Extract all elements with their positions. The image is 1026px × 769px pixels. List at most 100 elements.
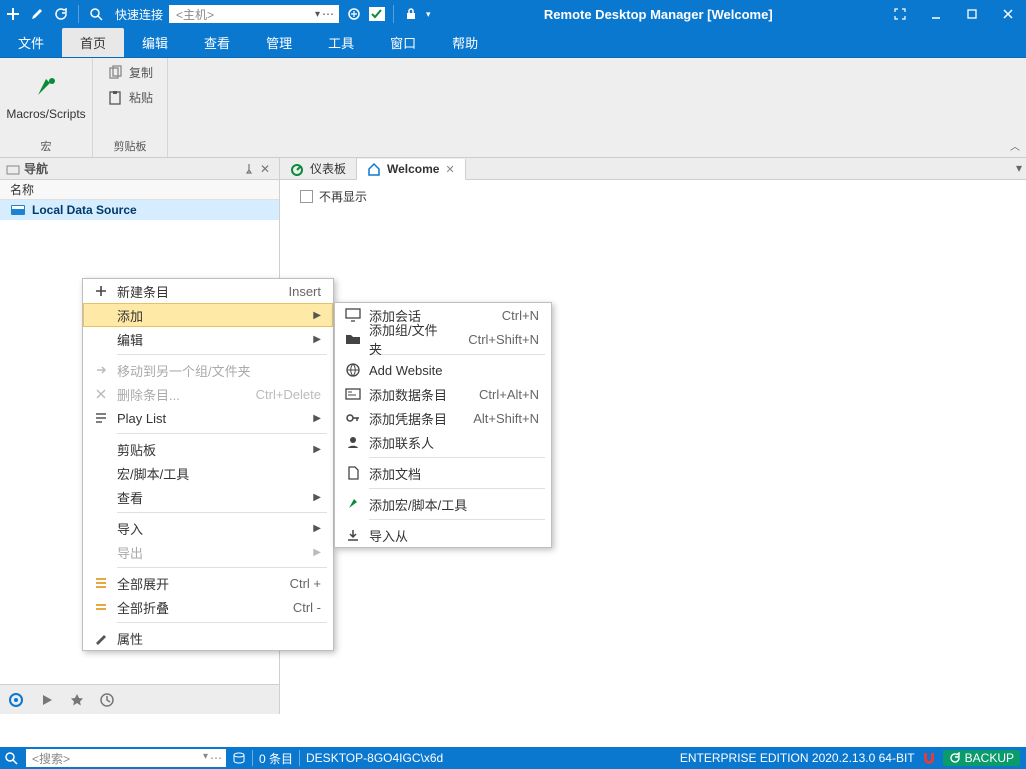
menu-edit[interactable]: 编辑: [124, 28, 186, 57]
ctx-playlist[interactable]: Play List ▶: [83, 406, 333, 430]
magnet-icon[interactable]: [921, 751, 937, 765]
more-icon[interactable]: ⋯: [322, 7, 334, 21]
sub-add-data-entry[interactable]: 添加数据条目 Ctrl+Alt+N: [335, 382, 551, 406]
ctx-collapse-all[interactable]: 全部折叠 Ctrl -: [83, 595, 333, 619]
nav-panel-header: 导航 ✕: [0, 158, 279, 180]
dont-show-row[interactable]: 不再显示: [300, 188, 1006, 205]
sub-import-from[interactable]: 导入从: [335, 523, 551, 547]
nav-tab-play-icon[interactable]: [40, 693, 54, 707]
ctx-add[interactable]: 添加 ▶: [83, 303, 333, 327]
tab-dashboard[interactable]: 仪表板: [280, 158, 357, 179]
dont-show-checkbox[interactable]: [300, 190, 313, 203]
menu-file[interactable]: 文件: [0, 28, 62, 57]
ribbon-group-macros-title: 宏: [41, 137, 52, 155]
ctx-export: 导出 ▶: [83, 540, 333, 564]
sub-add-credential[interactable]: 添加凭据条目 Alt+Shift+N: [335, 406, 551, 430]
ctx-import[interactable]: 导入 ▶: [83, 516, 333, 540]
quick-connect-input[interactable]: <主机> ▾ ⋯: [169, 5, 339, 23]
menu-home[interactable]: 首页: [62, 28, 124, 57]
titlebar-left: 快速连接 <主机> ▾ ⋯ ▾: [4, 5, 431, 23]
menu-manage[interactable]: 管理: [248, 28, 310, 57]
nav-panel-title: 导航: [24, 160, 48, 177]
macros-scripts-label: Macros/Scripts: [6, 107, 85, 121]
nav-tab-recent-icon[interactable]: [100, 693, 114, 707]
nav-folder-icon: [6, 163, 20, 175]
menu-view[interactable]: 查看: [186, 28, 248, 57]
dont-show-label: 不再显示: [319, 188, 367, 205]
sub-add-website[interactable]: Add Website: [335, 358, 551, 382]
ctx-expand-all[interactable]: 全部展开 Ctrl +: [83, 571, 333, 595]
ribbon-group-clipboard: 复制 粘贴 剪贴板: [93, 58, 168, 157]
tab-strip: 仪表板 Welcome ✕ ▾: [280, 158, 1026, 180]
more-icon[interactable]: ⋯: [210, 751, 222, 765]
close-button[interactable]: [994, 4, 1022, 24]
backup-badge[interactable]: BACKUP: [943, 750, 1020, 766]
status-search-input[interactable]: <搜索> ▾ ⋯: [26, 749, 226, 767]
submenu-arrow-icon: ▶: [309, 310, 321, 321]
tab-welcome-label: Welcome: [387, 162, 439, 176]
ribbon-group-clipboard-title: 剪贴板: [114, 137, 147, 155]
status-db-icon[interactable]: [232, 751, 246, 765]
search-icon[interactable]: [87, 5, 105, 23]
pin-icon[interactable]: [241, 161, 257, 177]
paste-button[interactable]: 粘贴: [103, 87, 157, 108]
search-icon[interactable]: [0, 751, 22, 765]
collapse-icon: [89, 600, 113, 614]
paste-label: 粘贴: [129, 89, 153, 106]
card-icon: [341, 388, 365, 400]
nav-tab-favorites-icon[interactable]: [70, 693, 84, 707]
macros-scripts-button[interactable]: Macros/Scripts: [10, 62, 82, 134]
ctx-clipboard[interactable]: 剪贴板 ▶: [83, 437, 333, 461]
ctx-view[interactable]: 查看 ▶: [83, 485, 333, 509]
refresh-icon[interactable]: [52, 5, 70, 23]
maximize-button[interactable]: [958, 4, 986, 24]
nav-tab-sessions-icon[interactable]: [8, 692, 24, 708]
menu-help[interactable]: 帮助: [434, 28, 496, 57]
key-icon: [341, 411, 365, 425]
backup-icon: [949, 752, 961, 764]
ctx-macro-tools[interactable]: 宏/脚本/工具: [83, 461, 333, 485]
nav-bottom-tabs: [0, 684, 279, 714]
fullscreen-icon[interactable]: [886, 4, 914, 24]
nav-column-header[interactable]: 名称: [0, 180, 279, 200]
status-search: <搜索> ▾ ⋯: [0, 749, 226, 767]
tabs-dropdown-icon[interactable]: ▾: [1016, 161, 1022, 175]
ctx-new-entry[interactable]: 新建条目 Insert: [83, 279, 333, 303]
dropdown-icon[interactable]: ▾: [203, 751, 208, 765]
sub-add-macro[interactable]: 添加宏/脚本/工具: [335, 492, 551, 516]
context-submenu-add: 添加会话 Ctrl+N 添加组/文件夹 Ctrl+Shift+N Add Web…: [334, 302, 552, 548]
import-icon: [341, 528, 365, 542]
check-icon[interactable]: [369, 7, 385, 21]
copy-button[interactable]: 复制: [103, 62, 157, 83]
submenu-arrow-icon: ▶: [309, 523, 321, 534]
context-menu: 新建条目 Insert 添加 ▶ 编辑 ▶ 移动到另一个组/文件夹 删除条目..…: [82, 278, 334, 651]
link-icon[interactable]: [345, 5, 363, 23]
tab-welcome[interactable]: Welcome ✕: [357, 159, 466, 180]
status-host: DESKTOP-8GO4IGC\x6d: [306, 751, 443, 765]
macro-icon: [341, 497, 365, 511]
new-icon[interactable]: [4, 5, 22, 23]
backup-label: BACKUP: [965, 751, 1014, 765]
edit-icon[interactable]: [28, 5, 46, 23]
submenu-arrow-icon: ▶: [309, 413, 321, 424]
minimize-button[interactable]: [922, 4, 950, 24]
sub-add-group[interactable]: 添加组/文件夹 Ctrl+Shift+N: [335, 327, 551, 351]
menu-window[interactable]: 窗口: [372, 28, 434, 57]
ribbon-collapse-icon[interactable]: ︿: [1010, 138, 1020, 153]
quick-connect-label: 快速连接: [115, 6, 163, 23]
ctx-properties[interactable]: 属性: [83, 626, 333, 650]
menu-tools[interactable]: 工具: [310, 28, 372, 57]
globe-icon: [341, 363, 365, 377]
ctx-move-to: 移动到另一个组/文件夹: [83, 358, 333, 382]
close-panel-icon[interactable]: ✕: [257, 161, 273, 177]
tab-close-icon[interactable]: ✕: [445, 163, 454, 176]
status-search-placeholder: <搜索>: [32, 750, 70, 767]
tree-item-local-data-source[interactable]: Local Data Source: [0, 200, 279, 220]
ctx-edit[interactable]: 编辑 ▶: [83, 327, 333, 351]
submenu-arrow-icon: ▶: [309, 492, 321, 503]
expand-icon: [89, 576, 113, 590]
lock-icon[interactable]: [402, 5, 420, 23]
dropdown-icon[interactable]: ▾: [315, 9, 320, 20]
sub-add-document[interactable]: 添加文档: [335, 461, 551, 485]
sub-add-contact[interactable]: 添加联系人: [335, 430, 551, 454]
